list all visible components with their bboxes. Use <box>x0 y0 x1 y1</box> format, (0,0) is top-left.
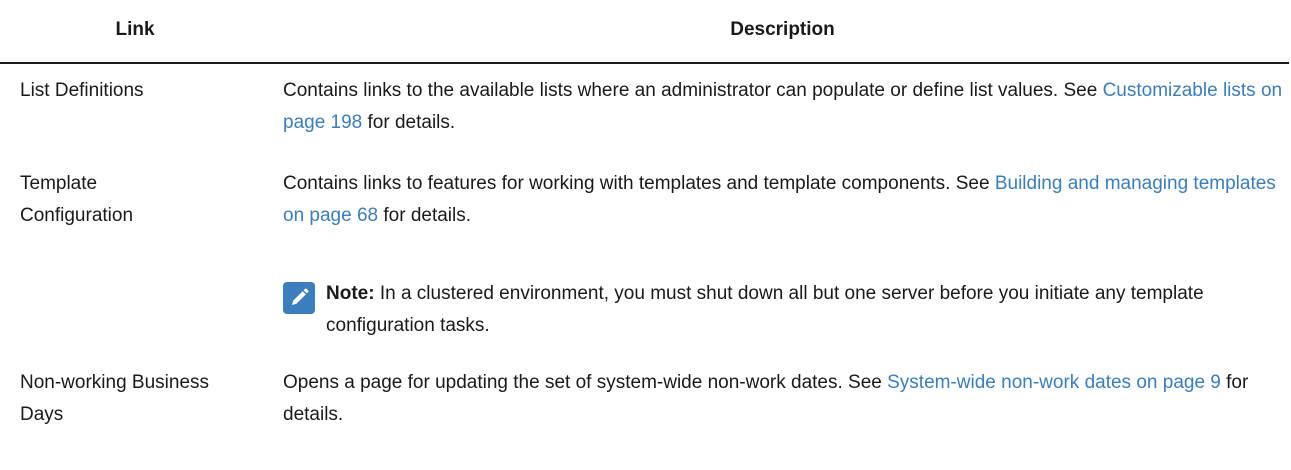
note-text: Note: In a clustered environment, you mu… <box>326 278 1206 342</box>
row-link-name: Template Configuration <box>20 168 260 232</box>
table-row: List Definitions Contains links to the a… <box>0 75 1289 168</box>
row-link-name: Non-working Business Days <box>20 367 260 431</box>
description-paragraph: Contains links to features for working w… <box>283 168 1283 232</box>
non-work-dates-link[interactable]: System-wide non-work dates on page 9 <box>887 372 1221 393</box>
row-link-name-line2: Days <box>20 404 64 425</box>
description-text: Opens a page for updating the set of sys… <box>283 372 888 393</box>
column-header-link: Link <box>115 19 155 40</box>
row-link-name-line1: Non-working Business <box>20 372 210 393</box>
row-link-name: List Definitions <box>20 80 144 101</box>
table-header: Link Description <box>0 0 1289 64</box>
table-row: Non-working Business Days Opens a page f… <box>0 367 1289 447</box>
links-table: Link Description List Definitions Contai… <box>0 0 1289 447</box>
description-text: Contains links to the available lists wh… <box>283 80 1103 101</box>
row-link-name-line1: Template <box>20 173 98 194</box>
pencil-icon <box>283 282 315 314</box>
description-suffix: for details. <box>362 112 456 133</box>
row-link-name-line2: Configuration <box>20 205 134 226</box>
row-description: Contains links to the available lists wh… <box>283 75 1283 139</box>
row-description: Contains links to features for working w… <box>283 168 1283 336</box>
description-text: Contains links to features for working w… <box>283 173 995 194</box>
note-body: In a clustered environment, you must shu… <box>326 283 1204 336</box>
table-row: Template Configuration Contains links to… <box>0 168 1289 367</box>
description-suffix: for details. <box>378 205 472 226</box>
note-label: Note: <box>326 283 375 304</box>
row-description: Opens a page for updating the set of sys… <box>283 367 1283 431</box>
column-header-description: Description <box>730 19 835 40</box>
